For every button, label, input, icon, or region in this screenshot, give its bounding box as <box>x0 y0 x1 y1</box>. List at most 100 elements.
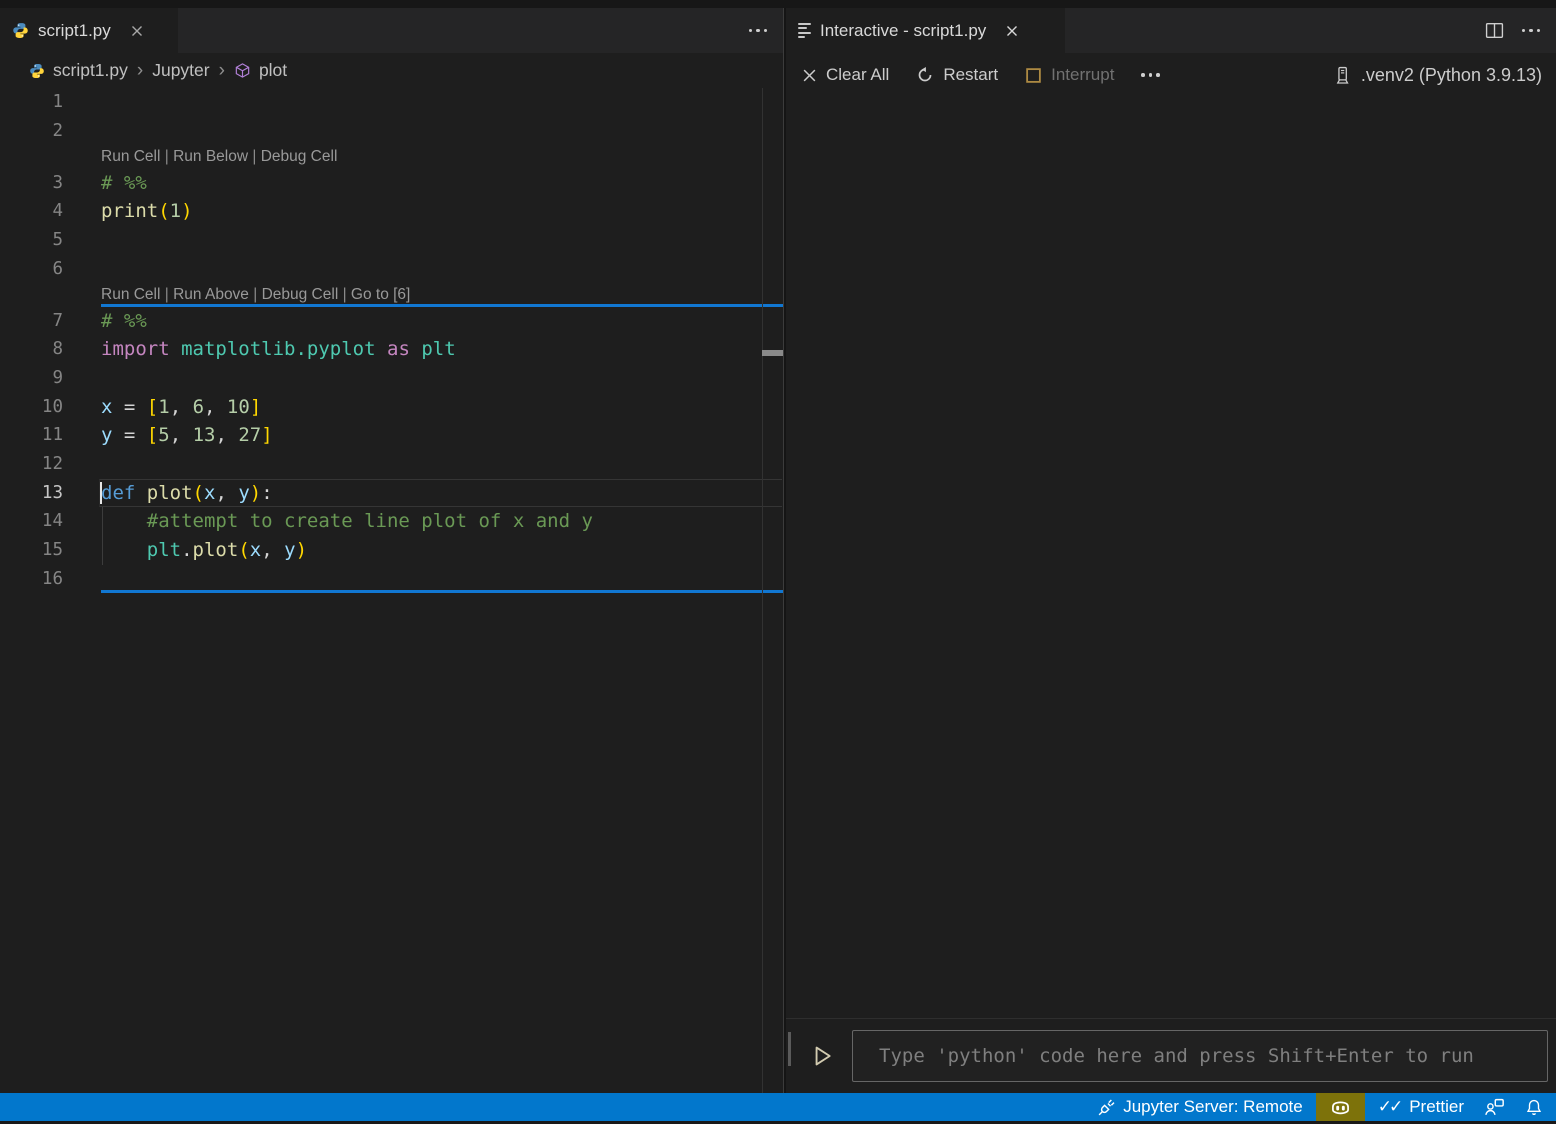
python-icon <box>12 22 29 39</box>
clear-all-icon <box>802 68 817 83</box>
cell-border-top <box>101 304 783 307</box>
codelens-link[interactable]: Debug Cell <box>262 286 339 303</box>
tab-script1-py[interactable]: script1.py <box>0 8 178 53</box>
interactive-window-icon <box>798 23 811 38</box>
more-actions-icon[interactable] <box>1522 29 1541 33</box>
codelens-link[interactable]: Run Cell <box>101 148 160 165</box>
window-top-edge <box>0 0 1556 8</box>
kernel-icon <box>1333 66 1352 85</box>
plug-icon <box>1097 1098 1116 1117</box>
code-line[interactable]: 13def plot(x, y): <box>0 479 783 508</box>
line-number: 11 <box>0 421 101 450</box>
close-icon[interactable] <box>1005 24 1019 38</box>
line-number: 14 <box>0 507 101 536</box>
breadcrumb-item-file[interactable]: script1.py <box>53 60 128 81</box>
vscode-window: script1.py s <box>0 0 1556 1124</box>
codelens-separator: | <box>248 148 261 165</box>
tab-title: script1.py <box>38 21 111 41</box>
line-number: 9 <box>0 364 101 393</box>
feedback-status[interactable] <box>1474 1093 1515 1121</box>
interrupt-icon <box>1025 67 1042 84</box>
python-icon <box>29 63 45 79</box>
kernel-picker[interactable]: .venv2 (Python 3.9.13) <box>1333 65 1542 86</box>
breadcrumb-item-section[interactable]: Jupyter <box>152 60 209 81</box>
chevron-right-icon: › <box>136 60 144 82</box>
breadcrumb: script1.py › Jupyter › plot <box>0 53 783 88</box>
code-line[interactable]: 3# %% <box>0 169 783 198</box>
line-number: 6 <box>0 255 101 284</box>
prettier-status[interactable]: ✓✓ Prettier <box>1368 1093 1474 1121</box>
code-line[interactable]: 5 <box>0 226 783 255</box>
more-actions-icon[interactable] <box>1141 73 1160 77</box>
breadcrumb-item-symbol[interactable]: plot <box>259 60 287 81</box>
codelens-separator: | <box>160 148 173 165</box>
line-number: 10 <box>0 393 101 422</box>
line-number: 16 <box>0 565 101 594</box>
interactive-history[interactable] <box>786 97 1556 1018</box>
input-scrollbar[interactable] <box>788 1032 791 1066</box>
codelens-link[interactable]: Run Cell <box>101 286 160 303</box>
split-editor-icon[interactable] <box>1485 22 1504 39</box>
close-icon[interactable] <box>130 24 144 38</box>
bell-icon <box>1525 1098 1543 1117</box>
codelens-link[interactable]: Run Above <box>173 286 249 303</box>
text-cursor <box>100 482 102 505</box>
copilot-status-badge[interactable] <box>1316 1093 1365 1121</box>
code-line[interactable]: 9 <box>0 364 783 393</box>
more-actions-icon[interactable] <box>749 29 768 33</box>
restart-button[interactable]: Restart <box>916 65 998 85</box>
right-tab-bar: Interactive - script1.py <box>786 8 1556 53</box>
line-number: 1 <box>0 88 101 117</box>
line-number: 8 <box>0 335 101 364</box>
run-button[interactable] <box>810 1043 835 1069</box>
clear-all-button[interactable]: Clear All <box>802 65 889 85</box>
tab-title: Interactive - script1.py <box>820 21 986 41</box>
overview-ruler[interactable] <box>762 88 763 1093</box>
line-number: 13 <box>0 479 101 508</box>
jupyter-server-status[interactable]: Jupyter Server: Remote <box>1087 1093 1313 1121</box>
code-line[interactable]: 7# %% <box>0 307 783 336</box>
code-input[interactable]: Type 'python' code here and press Shift+… <box>852 1030 1548 1082</box>
line-number: 3 <box>0 169 101 198</box>
status-bar: Jupyter Server: Remote ✓✓ Prettier <box>0 1093 1556 1121</box>
input-placeholder: Type 'python' code here and press Shift+… <box>879 1045 1474 1067</box>
line-number: 4 <box>0 197 101 226</box>
chevron-right-icon: › <box>218 60 226 82</box>
namespace-icon <box>234 62 251 79</box>
interactive-toolbar: Clear All Restart Interrupt <box>786 53 1556 97</box>
overview-ruler-marker <box>762 350 783 356</box>
run-icon <box>810 1043 835 1069</box>
code-line[interactable]: 6 <box>0 255 783 284</box>
code-line[interactable]: 10x = [1, 6, 10] <box>0 393 783 422</box>
code-line[interactable]: 8import matplotlib.pyplot as plt <box>0 335 783 364</box>
codelens-link[interactable]: Go to [6] <box>351 286 410 303</box>
code-line[interactable]: 4print(1) <box>0 197 783 226</box>
codelens-link[interactable]: Debug Cell <box>261 148 338 165</box>
indent-guide <box>102 507 103 565</box>
code-line[interactable]: 14 #attempt to create line plot of x and… <box>0 507 783 536</box>
editor-group-left: script1.py s <box>0 8 783 1093</box>
interrupt-button[interactable]: Interrupt <box>1025 65 1114 85</box>
code-line[interactable]: 11y = [5, 13, 27] <box>0 421 783 450</box>
codelens-separator: | <box>338 286 351 303</box>
line-number: 7 <box>0 307 101 336</box>
code-line[interactable]: 12 <box>0 450 783 479</box>
kernel-label: .venv2 (Python 3.9.13) <box>1361 65 1542 86</box>
editor-area: script1.py s <box>0 8 1556 1093</box>
code-line[interactable]: 15 plt.plot(x, y) <box>0 536 783 565</box>
code-line[interactable]: 2 <box>0 117 783 146</box>
notifications-status[interactable] <box>1515 1093 1556 1121</box>
restart-icon <box>916 66 934 84</box>
code-editor[interactable]: 12 Run Cell | Run Below | Debug Cell 3# %%… <box>0 88 783 1093</box>
feedback-icon <box>1484 1097 1505 1118</box>
interactive-input-row: Type 'python' code here and press Shift+… <box>786 1018 1556 1093</box>
tab-interactive-script1[interactable]: Interactive - script1.py <box>786 8 1065 53</box>
codelens-separator: | <box>160 286 173 303</box>
line-number: 5 <box>0 226 101 255</box>
copilot-icon <box>1329 1096 1352 1119</box>
left-tab-bar: script1.py <box>0 8 783 53</box>
code-line[interactable]: 1 <box>0 88 783 117</box>
codelens-separator: | <box>249 286 262 303</box>
interactive-window-panel: Interactive - script1.py <box>786 8 1556 1093</box>
codelens-link[interactable]: Run Below <box>173 148 248 165</box>
